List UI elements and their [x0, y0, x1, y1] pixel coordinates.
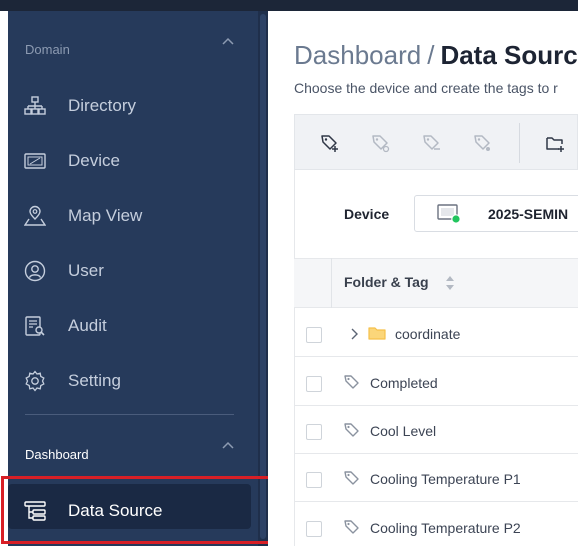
breadcrumb: Dashboard / Data Source: [294, 40, 578, 71]
sidebar-divider: [25, 414, 234, 415]
sidebar-item-user[interactable]: User: [8, 251, 258, 291]
row-checkbox[interactable]: [306, 327, 322, 343]
device-select[interactable]: 2025-SEMIN: [414, 195, 578, 232]
column-header-folder-tag[interactable]: Folder & Tag: [344, 274, 429, 290]
sitemap-icon: [24, 96, 46, 115]
toolbar-separator: [519, 123, 520, 163]
audit-icon: [25, 316, 45, 336]
row-checkbox[interactable]: [306, 424, 322, 440]
tag-icon: [344, 423, 359, 437]
chevron-up-icon[interactable]: [221, 440, 235, 450]
sidebar-item-directory[interactable]: Directory: [8, 86, 258, 126]
row-checkbox[interactable]: [306, 472, 322, 488]
toolbar: [294, 114, 578, 170]
sidebar-item-label: Device: [68, 151, 120, 170]
row-checkbox[interactable]: [306, 521, 322, 537]
breadcrumb-parent[interactable]: Dashboard: [294, 40, 421, 70]
settings-tag-icon[interactable]: [473, 133, 493, 153]
tag-icon: [344, 520, 359, 534]
table-header-divider: [331, 258, 332, 308]
sidebar-item-label: Map View: [68, 206, 143, 225]
sidebar-item-setting[interactable]: Setting: [8, 361, 258, 401]
sidebar-scrollbar-thumb[interactable]: [260, 14, 266, 539]
highlight-annotation-box: [1, 476, 271, 544]
device-online-icon: [437, 204, 461, 224]
breadcrumb-separator: /: [427, 40, 435, 70]
row-checkbox[interactable]: [306, 376, 322, 392]
add-folder-icon[interactable]: [545, 133, 565, 153]
page-subtitle: Choose the device and create the tags to…: [294, 80, 558, 96]
top-bar: [0, 0, 578, 11]
tag-name: Cooling Temperature P2: [370, 520, 521, 536]
chevron-up-icon[interactable]: [221, 36, 235, 46]
device-label: Device: [344, 206, 390, 222]
sort-icon[interactable]: [444, 274, 456, 292]
tag-name: Cool Level: [370, 423, 437, 439]
chevron-right-icon[interactable]: [349, 327, 359, 341]
table-header: [294, 258, 578, 308]
sidebar-item-label: Directory: [68, 96, 137, 115]
sidebar-item-label: Setting: [68, 371, 121, 390]
tag-icon: [344, 375, 359, 389]
sidebar-item-device[interactable]: Device: [8, 141, 258, 181]
device-value: 2025-SEMIN: [488, 206, 569, 222]
user-icon: [24, 260, 46, 282]
remove-tag-icon[interactable]: [422, 133, 442, 153]
edit-tag-icon[interactable]: [371, 133, 391, 153]
sidebar-item-label: User: [68, 261, 104, 280]
folder-name: coordinate: [395, 326, 461, 342]
add-tag-icon[interactable]: [320, 133, 340, 153]
section-header-dashboard: Dashboard: [25, 447, 89, 462]
gear-icon: [25, 370, 45, 392]
tag-name: Completed: [370, 375, 438, 391]
section-header-domain: Domain: [25, 42, 70, 57]
sidebar-item-map-view[interactable]: Map View: [8, 196, 258, 236]
page-title: Data Source: [440, 40, 578, 70]
sidebar-edge: [0, 11, 8, 546]
folder-icon: [368, 327, 386, 340]
map-pin-icon: [24, 205, 46, 226]
tag-icon: [344, 471, 359, 485]
sidebar-item-audit[interactable]: Audit: [8, 306, 258, 346]
tag-name: Cooling Temperature P1: [370, 471, 521, 487]
monitor-icon: [24, 153, 46, 169]
sidebar-item-label: Audit: [68, 316, 107, 335]
